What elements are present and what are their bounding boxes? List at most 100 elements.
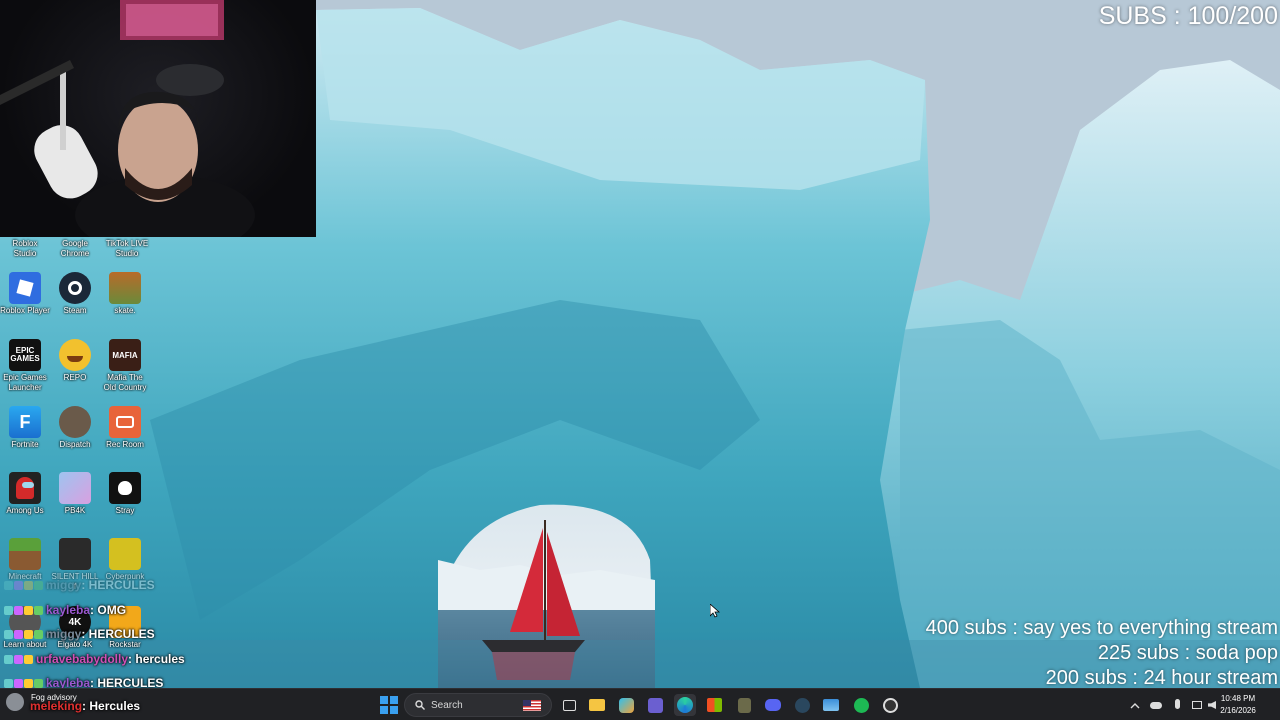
microphone-icon: [1175, 699, 1180, 709]
icon-label: Roblox Player: [0, 306, 50, 315]
tray-overflow-button[interactable]: [1129, 699, 1141, 711]
chat-text: : HERCULES: [81, 578, 155, 592]
dispatch-icon[interactable]: Dispatch: [50, 406, 100, 450]
chat-badges: [4, 629, 43, 639]
taskbar-search[interactable]: Search: [404, 693, 552, 717]
icon-label: Dispatch: [59, 440, 91, 449]
copilot-icon: [618, 697, 634, 713]
start-button[interactable]: [378, 694, 400, 716]
store-button[interactable]: [703, 694, 725, 716]
pb4k-icon[interactable]: PB4K: [50, 472, 100, 516]
chat-message: kayleba : OMG: [4, 603, 126, 617]
discord-icon: [765, 699, 781, 711]
icon-label: PB4K: [64, 506, 86, 515]
sub-goal-225: 225 subs : soda pop: [1097, 642, 1278, 664]
webcam-feed: [0, 0, 316, 237]
chat-username: miggy: [46, 627, 82, 641]
icon-label: Among Us: [6, 506, 44, 515]
microphone-button[interactable]: [1172, 699, 1184, 711]
chat-text: : OMG: [90, 603, 127, 617]
roblox-player-icon[interactable]: Roblox Player: [0, 272, 50, 316]
steam-logo: [59, 272, 91, 304]
search-placeholder: Search: [431, 699, 463, 711]
chat-message: meleking : Hercules: [30, 699, 140, 713]
google-chrome-icon[interactable]: Google Chrome: [50, 239, 100, 259]
icon-label: Fortnite: [11, 440, 39, 449]
epic-games-icon[interactable]: EPIC GAMES Epic Games Launcher: [0, 339, 50, 393]
system-clock[interactable]: 10:48 PM 2/16/2026: [1198, 693, 1278, 717]
chat-badges: [4, 605, 43, 615]
silent-hill-logo: [59, 538, 91, 570]
search-icon: [415, 700, 425, 710]
icon-label: Elgato 4K: [57, 640, 93, 649]
fortnite-logo: F: [9, 406, 41, 438]
chat-badges: [4, 654, 33, 664]
stray-logo: [109, 472, 141, 504]
cyberpunk-logo: [109, 538, 141, 570]
fortnite-icon[interactable]: F Fortnite: [0, 406, 50, 450]
clock-time: 10:48 PM: [1220, 694, 1256, 703]
rec-room-icon[interactable]: Rec Room: [100, 406, 150, 450]
obs-button[interactable]: [879, 694, 901, 716]
sub-goal-200: 200 subs : 24 hour stream: [1045, 667, 1278, 689]
chat-text: : Hercules: [82, 699, 141, 713]
copilot-button[interactable]: [615, 694, 637, 716]
chat-message: miggy : HERCULES: [4, 627, 155, 641]
mafia-icon[interactable]: MAFIA Mafia The Old Country: [100, 339, 150, 393]
repo-logo: [59, 339, 91, 371]
subs-counter: SUBS : 100/200: [1098, 2, 1278, 30]
epic-games-logo: EPIC GAMES: [9, 339, 41, 371]
among-us-icon[interactable]: Among Us: [0, 472, 50, 516]
windows-icon: [380, 696, 398, 714]
repo-icon[interactable]: REPO: [50, 339, 100, 383]
minecraft-icon[interactable]: Minecraft: [0, 538, 50, 582]
skate-logo: [109, 272, 141, 304]
stray-icon[interactable]: Stray: [100, 472, 150, 516]
discord-button[interactable]: [762, 694, 784, 716]
photos-button[interactable]: [820, 694, 842, 716]
app-icon: [737, 697, 751, 713]
roblox-player-logo: [9, 272, 41, 304]
chat-username: meleking: [30, 699, 83, 713]
rec-room-logo: [109, 406, 141, 438]
chat-message: urfavebabydolly : hercules: [4, 652, 185, 666]
steam-icon[interactable]: Steam: [50, 272, 100, 316]
icon-label: Rec Room: [106, 440, 144, 449]
chat-username: miggy: [46, 578, 82, 592]
cloud-icon: [1150, 702, 1162, 709]
steam-taskbar-button[interactable]: [791, 694, 813, 716]
onedrive-button[interactable]: [1150, 699, 1162, 711]
taskbar: Fog advisory meleking : Hercules Search: [0, 688, 1280, 720]
mafia-logo: MAFIA: [109, 339, 141, 371]
chat-username: urfavebabydolly: [36, 652, 129, 666]
obs-icon: [882, 697, 898, 713]
chat-text: : HERCULES: [81, 627, 155, 641]
skate-icon[interactable]: skate.: [100, 272, 150, 316]
teams-button[interactable]: [644, 694, 666, 716]
icon-label: REPO: [63, 373, 87, 382]
task-view-icon: [562, 699, 576, 711]
tiktok-live-studio-icon[interactable]: TikTok LIVE Studio: [100, 239, 154, 259]
teams-icon: [647, 697, 663, 713]
app-button-1[interactable]: [733, 694, 755, 716]
chat-text: : hercules: [128, 652, 185, 666]
steam-icon: [794, 697, 810, 713]
photos-icon: [823, 699, 839, 711]
icon-label: skate.: [114, 306, 136, 315]
file-explorer-button[interactable]: [586, 694, 608, 716]
task-view-button[interactable]: [558, 694, 580, 716]
chat-badges: [4, 580, 43, 590]
icon-label: Learn about: [3, 640, 47, 649]
spotify-button[interactable]: [850, 694, 872, 716]
minecraft-logo: [9, 538, 41, 570]
flag-icon: [523, 700, 541, 711]
chat-message: miggy : HERCULES: [4, 578, 155, 592]
icon-label: TikTok LIVE Studio: [105, 239, 149, 258]
edge-button[interactable]: [674, 694, 696, 716]
among-us-logo: [9, 472, 41, 504]
chat-username: kayleba: [46, 603, 91, 617]
cyberpunk-icon[interactable]: Cyberpunk: [100, 538, 150, 582]
icon-label: Mafia The Old Country: [103, 373, 147, 392]
roblox-studio-icon[interactable]: Roblox Studio: [0, 239, 50, 259]
weather-icon: [6, 693, 24, 711]
